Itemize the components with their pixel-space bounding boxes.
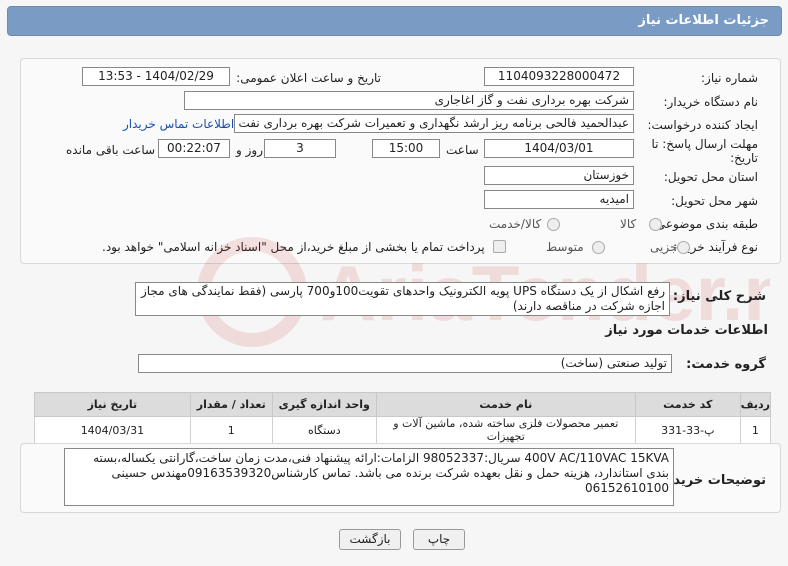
category-option-goods: کالا xyxy=(620,217,637,231)
table-row: 1 پ-33-331 تعمیر محصولات فلزی ساخته شده،… xyxy=(34,416,772,444)
services-table: ردیف کد خدمت نام خدمت واحد اندازه گیری ت… xyxy=(34,392,772,444)
treasury-payment-note: پرداخت تمام یا بخشی از مبلغ خرید،از محل … xyxy=(102,240,485,254)
days-field: 3 xyxy=(264,139,336,158)
process-option-medium: متوسط xyxy=(546,240,584,254)
creator-label: ایجاد کننده درخواست: xyxy=(647,118,758,132)
col-qty: تعداد / مقدار xyxy=(189,392,273,417)
creator-field: عبدالحمید فالحی برنامه ریز ارشد نگهداری … xyxy=(234,114,634,133)
announce-field: 1404/02/29 - 13:53 xyxy=(82,67,230,86)
category-radio-goods-service[interactable] xyxy=(547,218,560,231)
announce-label: تاریخ و ساعت اعلان عمومی: xyxy=(236,71,381,85)
city-field: امیدیه xyxy=(484,190,634,209)
service-group-field: تولید صنعتی (ساخت) xyxy=(138,354,672,373)
category-radio-goods[interactable] xyxy=(649,218,662,231)
col-unit: واحد اندازه گیری xyxy=(271,392,377,417)
cell-qty: 1 xyxy=(189,416,273,444)
cell-row: 1 xyxy=(739,416,772,444)
deadline-date-field: 1404/03/01 xyxy=(484,139,634,158)
city-label: شهر محل تحویل: xyxy=(671,194,758,208)
process-radio-minor[interactable] xyxy=(677,241,690,254)
category-option-goods-service: کالا/خدمت xyxy=(489,217,542,231)
need-number-field: 1104093228000472 xyxy=(484,67,634,86)
buyer-org-label: نام دستگاه خریدار: xyxy=(663,95,759,109)
treasury-payment-checkbox[interactable] xyxy=(493,240,506,253)
deadline-time-field: 15:00 xyxy=(372,139,440,158)
col-code: کد خدمت xyxy=(634,392,741,417)
description-label: شرح کلی نیاز: xyxy=(672,289,766,304)
col-row: ردیف xyxy=(739,392,772,417)
need-number-label: شماره نیاز: xyxy=(701,71,758,85)
contact-info-link[interactable]: اطلاعات تماس خریدار xyxy=(123,117,234,131)
days-label: روز و xyxy=(236,143,263,157)
buyer-org-field: شرکت بهره برداری نفت و گاز اغاجاری xyxy=(184,91,634,110)
remaining-label: ساعت باقی مانده xyxy=(66,143,156,157)
page-header: جزئیات اطلاعات نیاز xyxy=(7,6,782,36)
back-button[interactable]: بازگشت xyxy=(339,529,401,550)
remaining-time-field: 00:22:07 xyxy=(158,139,230,158)
print-button[interactable]: چاپ xyxy=(413,529,465,550)
services-section-title: اطلاعات خدمات مورد نیاز xyxy=(605,323,768,338)
process-radio-medium[interactable] xyxy=(592,241,605,254)
process-option-minor: جزیی xyxy=(650,240,678,254)
cell-name: تعمیر محصولات فلزی ساخته شده، ماشین آلات… xyxy=(375,416,636,444)
province-label: استان محل تحویل: xyxy=(663,170,758,184)
cell-code: پ-33-331 xyxy=(634,416,741,444)
cell-unit: دستگاه xyxy=(271,416,377,444)
service-group-label: گروه خدمت: xyxy=(686,357,766,372)
deadline-label: مهلت ارسال پاسخ: تا تاریخ: xyxy=(651,137,758,165)
col-name: نام خدمت xyxy=(375,392,636,417)
time-label: ساعت xyxy=(446,143,479,157)
province-field: خوزستان xyxy=(484,166,634,185)
col-date: تاریخ نیاز xyxy=(34,392,191,417)
cell-date: 1404/03/31 xyxy=(34,416,191,444)
category-label: طبقه بندی موضوعی: xyxy=(651,217,758,231)
description-field: رفع اشکال از یک دستگاه UPS پویه الکترونی… xyxy=(135,282,670,316)
buyer-notes-field: 400V AC/110VAC 15KVA سریال:98052337 الزا… xyxy=(64,448,674,506)
